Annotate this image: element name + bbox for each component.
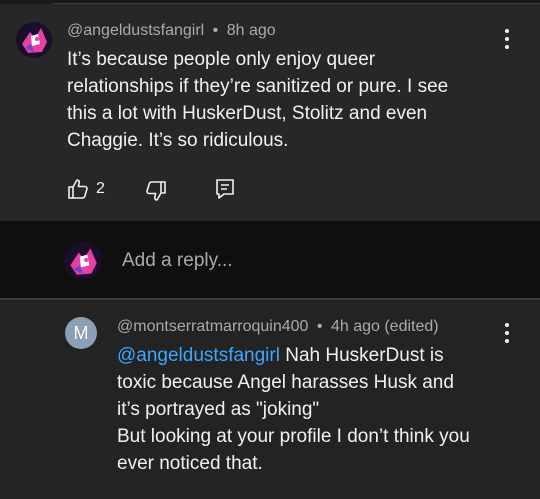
dislike-button[interactable] bbox=[144, 179, 168, 203]
more-vert-icon[interactable] bbox=[504, 323, 510, 343]
like-button[interactable]: 2 bbox=[66, 177, 105, 201]
reply-text-line: But looking at your profile I don’t thin… bbox=[117, 426, 470, 447]
like-icon bbox=[68, 179, 88, 199]
mention-link[interactable]: @angeldustsfangirl bbox=[117, 345, 280, 366]
reply-input[interactable]: Add a reply... bbox=[122, 250, 233, 272]
like-count: 2 bbox=[96, 180, 105, 197]
reply-username[interactable]: @montserratmarroquin400 bbox=[117, 318, 308, 335]
commenter-avatar[interactable] bbox=[16, 22, 52, 58]
meta-separator: • bbox=[212, 22, 219, 39]
dislike-icon bbox=[146, 181, 166, 201]
reply-text-line: toxic because Angel harasses Husk and bbox=[117, 372, 454, 393]
reply-icon bbox=[216, 179, 234, 199]
reply-text-fragment: Nah HuskerDust is bbox=[279, 345, 444, 366]
comment-text-line: It’s because people only enjoy queer bbox=[67, 49, 376, 70]
reply-meta: @montserratmarroquin400 • 4h ago (edited… bbox=[117, 318, 439, 336]
current-user-avatar bbox=[64, 242, 102, 280]
reply-text-line: @angeldustsfangirl Nah HuskerDust is bbox=[117, 342, 470, 369]
comment-text: It’s because people only enjoy queer rel… bbox=[67, 46, 448, 154]
comment-text-line: relationships if they’re sanitized or pu… bbox=[67, 76, 449, 97]
more-vert-icon[interactable] bbox=[504, 29, 510, 49]
meta-separator: • bbox=[316, 318, 323, 335]
comment-meta: @angeldustsfangirl • 8h ago bbox=[67, 22, 276, 40]
comment-username[interactable]: @angeldustsfangirl bbox=[67, 22, 204, 39]
replier-avatar[interactable]: M bbox=[65, 317, 97, 349]
reply-text-line: it’s portrayed as "joking" bbox=[117, 399, 320, 420]
comment-text-line: this a lot with HuskerDust, Stolitz and … bbox=[67, 103, 428, 124]
comment-time[interactable]: 8h ago bbox=[227, 22, 276, 39]
reply-button[interactable] bbox=[214, 177, 236, 201]
reply-time[interactable]: 4h ago (edited) bbox=[331, 318, 439, 335]
reply-text-line: ever noticed that. bbox=[117, 453, 263, 474]
comment-text-line: Chaggie. It’s so ridiculous. bbox=[67, 130, 289, 151]
reply-text: @angeldustsfangirl Nah HuskerDust is tox… bbox=[117, 342, 470, 477]
